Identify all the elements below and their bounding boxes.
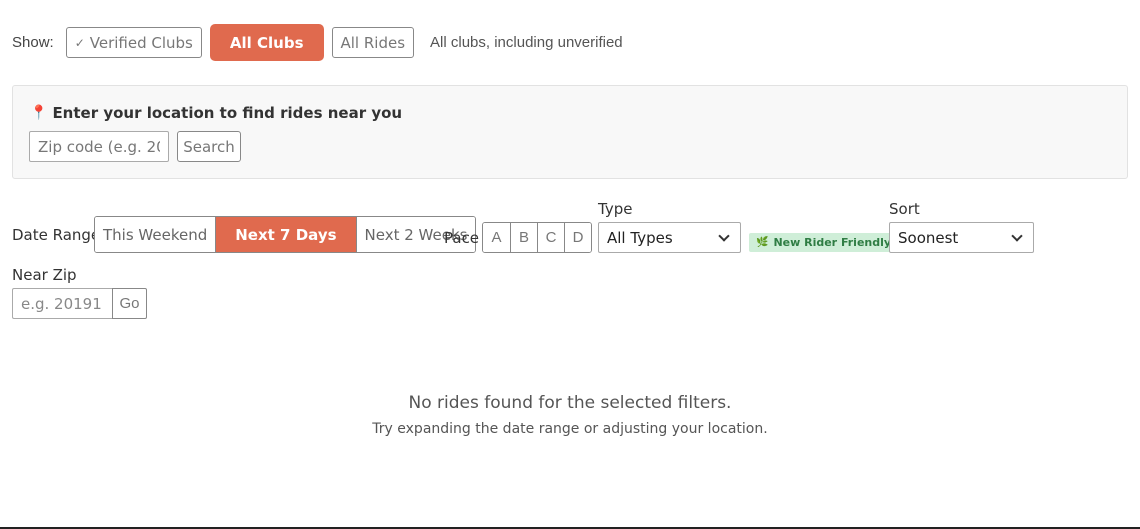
new-rider-friendly-label: New Rider Friendly [773,236,892,249]
near-zip-input[interactable] [12,288,112,319]
new-rider-friendly-toggle[interactable]: 🌿 New Rider Friendly [749,233,899,252]
chevron-down-icon [718,229,730,242]
verified-clubs-button[interactable]: ✓ Verified Clubs [65,27,202,58]
pace-option-b[interactable]: B [510,223,537,252]
sort-select-value: Soonest [898,228,959,247]
type-select[interactable]: All Types [598,222,741,253]
verified-clubs-label: Verified Clubs [89,33,193,52]
pace-option-c[interactable]: C [537,223,564,252]
all-clubs-button[interactable]: All Clubs [209,24,324,61]
location-search-button[interactable]: Search [177,131,241,162]
location-pin-icon: 📍 [30,105,48,121]
location-zip-input[interactable] [29,131,169,162]
pace-option-a[interactable]: A [483,223,510,252]
near-zip-label: Near Zip [12,266,77,284]
type-label: Type [598,200,633,218]
near-zip-group: Go [12,288,147,319]
checkmark-icon: ✓ [74,35,85,50]
location-title-text: Enter your location to find rides near y… [52,104,403,122]
date-option-this-weekend[interactable]: This Weekend [95,217,216,252]
sort-select[interactable]: Soonest [889,222,1034,253]
show-label: Show: [12,34,54,51]
type-select-value: All Types [607,228,673,247]
date-option-next-7-days[interactable]: Next 7 Days [215,217,356,252]
pace-option-d[interactable]: D [564,223,591,252]
date-range-selector: This Weekend Next 7 Days Next 2 Weeks [94,216,477,253]
location-title: 📍 Enter your location to find rides near… [30,104,402,122]
all-rides-button[interactable]: All Rides [331,27,415,58]
pace-selector: A B C D [482,222,592,253]
sort-label: Sort [889,200,920,218]
chevron-down-icon [1011,229,1023,242]
location-panel: 📍 Enter your location to find rides near… [12,85,1128,179]
date-range-label: Date Range [12,226,101,244]
empty-state-title: No rides found for the selected filters. [408,393,732,413]
show-filter-description: All clubs, including unverified [430,34,623,51]
empty-state-subtitle: Try expanding the date range or adjustin… [372,421,768,437]
show-filter-row: Show: ✓ Verified Clubs All Clubs All Rid… [12,24,623,61]
leaf-icon: 🌿 [756,237,769,248]
pace-label: Pace [444,229,480,247]
near-zip-go-button[interactable]: Go [112,288,147,319]
